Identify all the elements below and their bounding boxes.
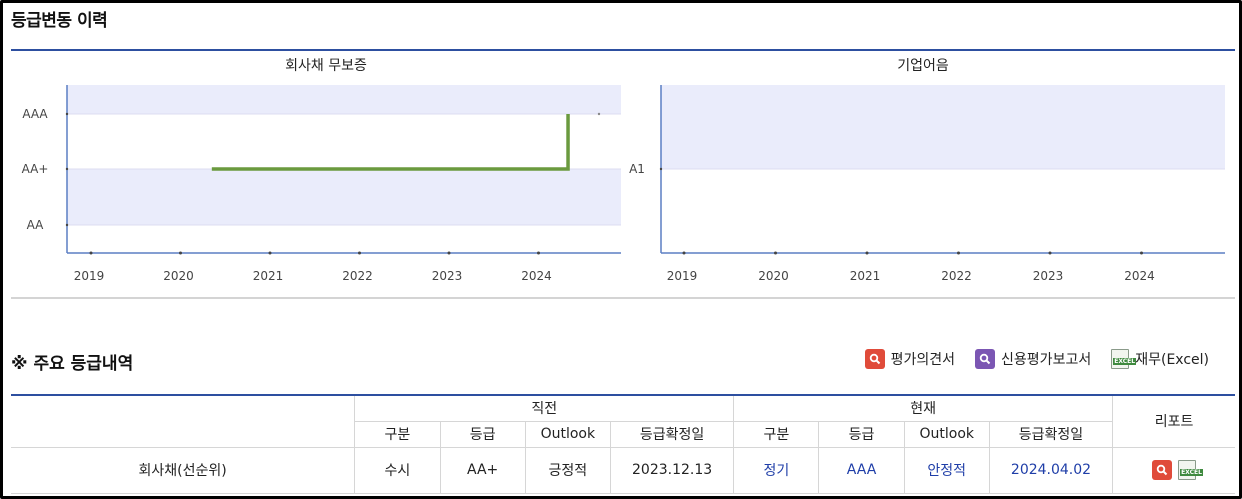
chart-band <box>661 85 1225 169</box>
x-tick <box>447 251 451 255</box>
y-tick-label: A1 <box>629 162 645 176</box>
bond-name: 회사채(선순위) <box>11 446 356 494</box>
x-tick <box>179 251 182 255</box>
x-tick-label: 2023 <box>1033 269 1064 283</box>
chart-band <box>67 85 621 114</box>
grade-charts: 회사채 무보증 AAA AA+ AA 2019 2020 2021 2022 2023 2024 기… <box>22 58 1225 283</box>
x-tick-label: 2023 <box>432 269 463 283</box>
prev-grade: AA+ <box>439 446 526 494</box>
curr-group-header: 현재 <box>733 395 1114 422</box>
credit-report-label: 신용평가보고서 <box>1001 352 1092 368</box>
curr-outlook-header: Outlook <box>903 420 990 448</box>
x-tick-label: 2019 <box>74 269 105 283</box>
main-grades-table: 직전 현재 리포트 구분 등급 Outlook 등급확정일 구분 등급 Outl… <box>11 394 1235 494</box>
prev-type: 수시 <box>354 446 441 494</box>
x-tick <box>1048 251 1052 255</box>
x-tick-label: 2021 <box>253 269 284 283</box>
curr-type: 정기 <box>733 446 820 494</box>
report-header: 리포트 <box>1112 395 1235 448</box>
curr-date: 2024.04.02 <box>988 446 1114 494</box>
main-grades-title: ※ 주요 등급내역 <box>11 354 134 374</box>
x-tick <box>774 251 777 255</box>
financial-excel-label: 재무(Excel) <box>1135 352 1209 368</box>
y-tick <box>65 112 69 116</box>
report-links: 평가의견서 신용평가보고서 EXCEL 재무(Excel) <box>851 349 1209 369</box>
y-tick <box>659 167 663 171</box>
prev-date-header: 등급확정일 <box>609 420 735 448</box>
x-tick <box>1140 251 1143 255</box>
y-tick-label: AA+ <box>22 162 49 176</box>
prev-group-header: 직전 <box>354 395 735 422</box>
x-tick-label: 2019 <box>667 269 698 283</box>
x-tick-label: 2022 <box>342 269 373 283</box>
y-tick-label: AA <box>27 218 45 232</box>
x-tick <box>682 251 686 255</box>
evaluation-opinion-label: 평가의견서 <box>890 352 956 368</box>
y-tick <box>65 167 69 171</box>
y-tick-label: AAA <box>22 107 48 121</box>
financial-excel-link[interactable]: EXCEL 재무(Excel) <box>1111 349 1209 369</box>
x-tick-label: 2022 <box>941 269 972 283</box>
evaluation-opinion-link[interactable]: 평가의견서 <box>864 349 956 369</box>
prev-grade-header: 등급 <box>439 420 526 448</box>
x-tick <box>537 251 540 255</box>
table-row: 회사채(선순위) 수시 AA+ 긍정적 2023.12.13 정기 AAA 안정… <box>11 446 1235 494</box>
search-icon[interactable] <box>1152 460 1173 480</box>
excel-icon: EXCEL <box>1111 349 1137 369</box>
end-marker <box>597 112 601 116</box>
x-tick <box>865 251 869 255</box>
x-tick-label: 2020 <box>758 269 789 283</box>
curr-type-header: 구분 <box>733 420 820 448</box>
grade-history-panel: 등급변동 이력 회사채 무보증 AAA AA+ AA 2019 2020 2021 2022 2… <box>0 0 1242 499</box>
excel-icon[interactable]: EXCEL <box>1178 460 1203 480</box>
x-tick <box>957 251 960 255</box>
chart-area: 회사채 무보증 AAA AA+ AA 2019 2020 2021 2022 2023 2024 기… <box>11 49 1235 299</box>
curr-outlook: 안정적 <box>903 446 990 494</box>
prev-date: 2023.12.13 <box>609 446 735 494</box>
curr-date-header: 등급확정일 <box>988 420 1113 448</box>
x-tick <box>358 251 361 255</box>
chart-title: 기업어음 <box>897 58 949 74</box>
name-header <box>11 395 356 448</box>
credit-report-link[interactable]: 신용평가보고서 <box>975 349 1091 369</box>
prev-type-header: 구분 <box>354 420 441 448</box>
x-tick-label: 2024 <box>521 269 552 283</box>
curr-grade: AAA <box>818 446 905 494</box>
prev-outlook-header: Outlook <box>524 420 611 448</box>
prev-outlook: 긍정적 <box>524 446 611 494</box>
chart-title: 회사채 무보증 <box>285 58 367 74</box>
x-tick-label: 2021 <box>850 269 881 283</box>
curr-grade-header: 등급 <box>818 420 905 448</box>
section-title: 등급변동 이력 <box>11 11 108 31</box>
search-icon <box>864 349 885 369</box>
y-tick <box>65 223 69 227</box>
x-tick-label: 2024 <box>1124 269 1155 283</box>
x-tick-label: 2020 <box>163 269 194 283</box>
chart-band <box>67 169 621 225</box>
search-icon <box>975 349 996 369</box>
grade-line <box>211 114 570 171</box>
report-cell: EXCEL <box>1112 446 1235 494</box>
x-tick <box>89 251 93 255</box>
x-tick <box>268 251 272 255</box>
